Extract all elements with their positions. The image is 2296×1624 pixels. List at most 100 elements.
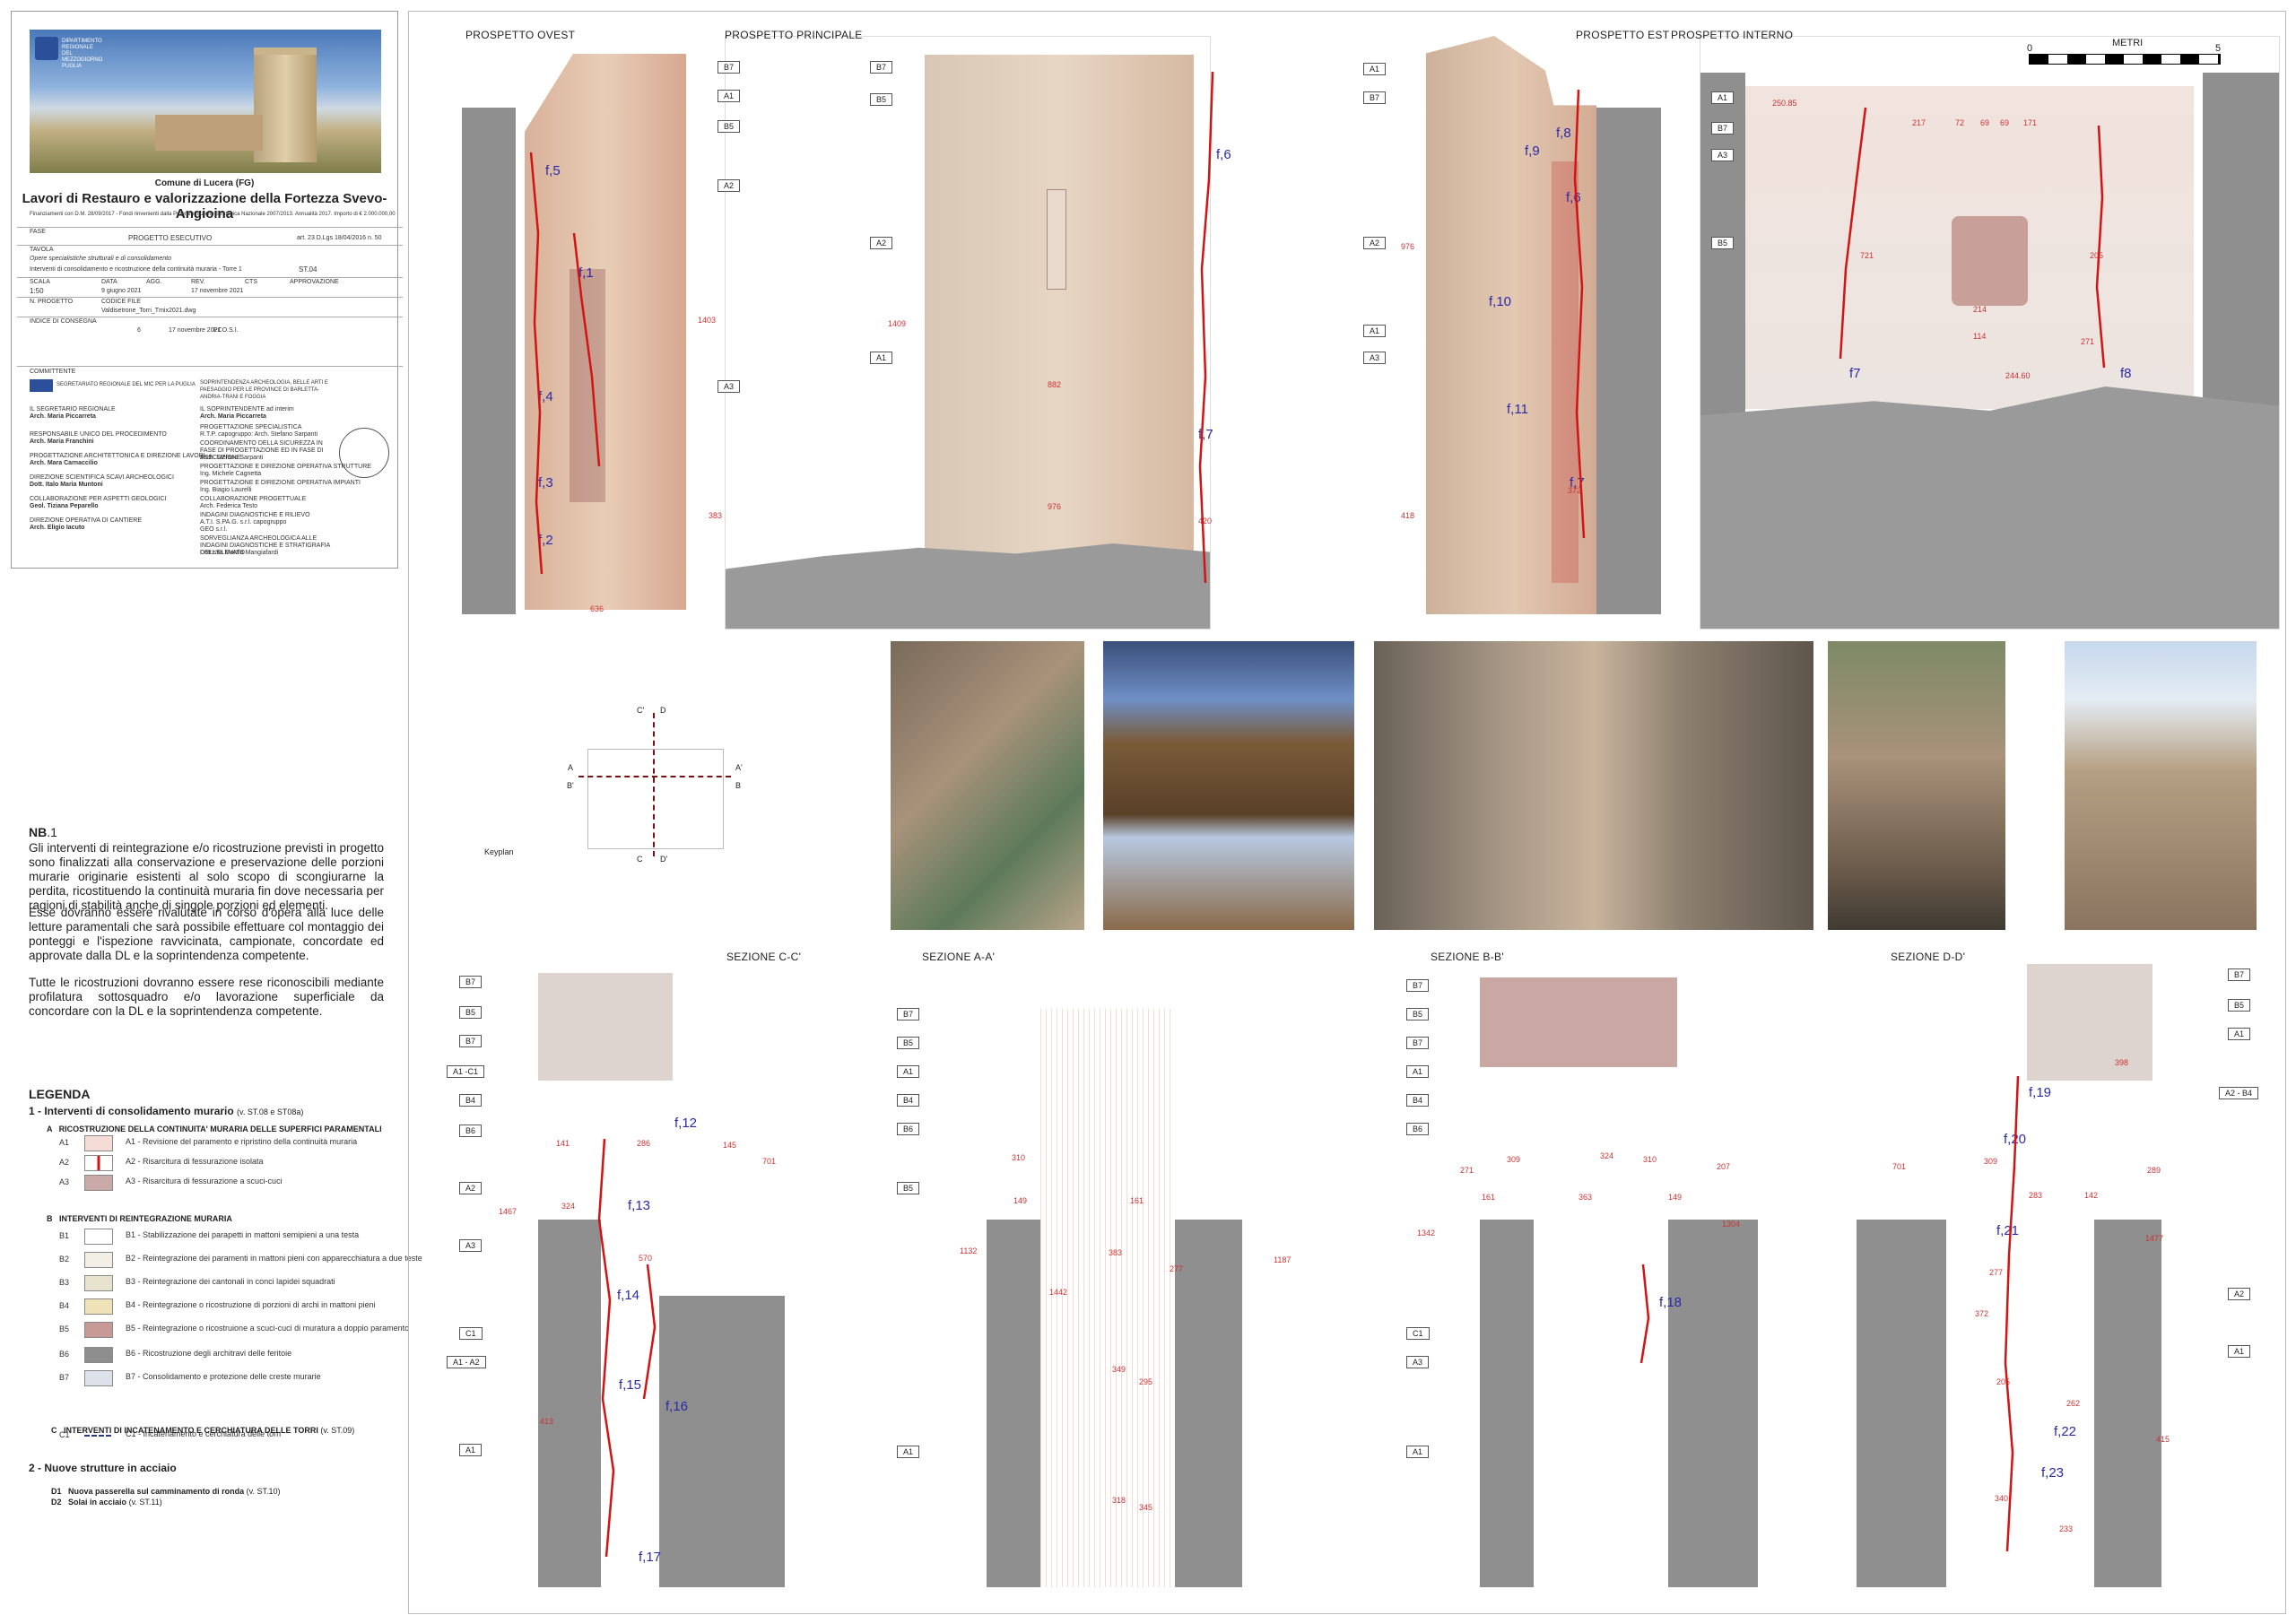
- tag-bb-2: B7: [1406, 1037, 1430, 1049]
- tag-est-3: A1: [1363, 325, 1387, 337]
- tag-dd-1: B5: [2228, 999, 2251, 1012]
- consultant-0: PROGETTAZIONE SPECIALISTICA: [200, 424, 302, 430]
- tag-cc-4: B4: [459, 1094, 483, 1107]
- dim-principale-2: 882: [1048, 380, 1062, 389]
- dim-dd-7: 277: [1989, 1268, 2004, 1277]
- tag-bb-4: B4: [1406, 1094, 1430, 1107]
- dim-aa-9: 295: [1139, 1377, 1153, 1386]
- legend-code: A2: [59, 1158, 70, 1167]
- crack-label-ovest-0: f,5: [545, 163, 561, 178]
- tag-cc-5: B6: [459, 1125, 483, 1137]
- crack-label-est-4: f,11: [1507, 402, 1528, 417]
- title-prospetto-est: PROSPETTO EST: [1576, 29, 1670, 41]
- legend-title: LEGENDA: [29, 1087, 91, 1101]
- approv-label: APPROVAZIONE: [290, 279, 339, 285]
- crack-label-dd-0: f,19: [2029, 1085, 2052, 1100]
- crack-label-dd-3: f,22: [2054, 1424, 2077, 1439]
- legend-row-b3: B3 B3 - Reintegrazione dei cantonali in c…: [43, 1273, 402, 1293]
- tower-shape: [254, 48, 317, 162]
- title-section-cc: SEZIONE C-C': [726, 951, 802, 963]
- section-bb: [1390, 964, 1767, 1602]
- consultant-11: A.T.I. S.PA.G. s.r.l. capogruppo: [200, 519, 287, 525]
- crack-label-interno-1: f8: [2120, 366, 2132, 381]
- dim-aa-1: 149: [1013, 1196, 1028, 1205]
- legend-code: A1: [59, 1138, 70, 1147]
- dd-top: [2027, 964, 2152, 1081]
- dim-bb-1: 309: [1507, 1155, 1521, 1164]
- dim-aa-2: 161: [1130, 1196, 1144, 1205]
- crack-label-cc-1: f,13: [628, 1198, 651, 1213]
- legend-code: A3: [59, 1177, 70, 1186]
- staff-2: PROGETTAZIONE ARCHITETTONICA E DIREZIONE…: [30, 453, 205, 459]
- consultant-8: COLLABORAZIONE PROGETTUALE: [200, 496, 307, 502]
- crack-label-dd-2: f,21: [1996, 1223, 2020, 1238]
- tag-est-1: B7: [1363, 91, 1387, 104]
- consultant-6: PROGETTAZIONE E DIREZIONE OPERATIVA IMPI…: [200, 480, 361, 486]
- crack-label-cc-2: f,14: [617, 1288, 640, 1303]
- dim-est-1: 418: [1401, 511, 1415, 520]
- legend-code: B7: [59, 1373, 70, 1382]
- photo-2: [1103, 641, 1354, 930]
- dim-dd-6: 309: [1984, 1157, 1998, 1166]
- photo-3: [1374, 641, 1813, 930]
- legend-text: A1 - Revisione del paramento e ripristin…: [126, 1137, 358, 1146]
- legend-code: B6: [59, 1350, 70, 1359]
- aa-hatch: [1040, 1009, 1175, 1587]
- progetto-label: N. PROGETTO: [30, 299, 74, 305]
- crack-label-est-3: f,10: [1489, 294, 1512, 309]
- tag-cc-8: C1: [459, 1327, 483, 1340]
- secretary-name: Arch. Maria Piccarreta: [30, 413, 96, 420]
- tag-bb-7: A3: [1406, 1356, 1430, 1368]
- cc-wall-right: [659, 1296, 785, 1587]
- legend-swatch: [84, 1252, 113, 1268]
- b5-patch: [1952, 216, 2028, 306]
- dim-interno-7: 205: [2090, 251, 2104, 260]
- cts-label: CTS: [245, 279, 257, 285]
- tag-est-0: A1: [1363, 63, 1387, 75]
- committente: SEGRETARIATO REGIONALE DEL MIC PER LA PU…: [57, 382, 196, 387]
- crack-label-ovest-4: f,2: [538, 533, 553, 548]
- legend-code: B5: [59, 1324, 70, 1333]
- legend-c-heading: C INTERVENTI DI INCATENAMENTO E CERCHIAT…: [51, 1426, 355, 1435]
- legend-swatch: [84, 1298, 113, 1315]
- note-paragraph-3: Tutte le ricostruzioni dovranno essere r…: [29, 976, 384, 1018]
- keyplan-a-prime: A': [735, 763, 743, 772]
- legend-swatch: [84, 1175, 113, 1191]
- tag-ovest-1: A1: [718, 90, 741, 102]
- note-paragraph-1: Gli interventi di reintegrazione e/o ric…: [29, 841, 384, 912]
- dim-principale-3: 976: [1048, 502, 1062, 511]
- scale-value: 1:50: [30, 287, 44, 295]
- dim-aa-0: 310: [1012, 1153, 1026, 1162]
- tag-cc-6: A2: [459, 1182, 483, 1194]
- staff-7: Geol. Tiziana Peparello: [30, 503, 99, 509]
- scale-0: 0: [2027, 43, 2033, 54]
- dim-dd-8: 372: [1975, 1309, 1989, 1318]
- cc-wall-left: [538, 1220, 601, 1587]
- crack-label-principale-0: f,6: [1216, 147, 1231, 162]
- tag-interno-0: A1: [1711, 91, 1735, 104]
- tag-cc-10: A1: [459, 1444, 483, 1456]
- municipality: Comune di Lucera (FG): [154, 178, 255, 188]
- ground-left: [462, 108, 516, 614]
- dim-bb-0: 271: [1460, 1166, 1474, 1175]
- phase-value: PROGETTO ESECUTIVO: [128, 234, 213, 242]
- tag-cc-7: A3: [459, 1239, 483, 1252]
- nb-heading: NB.1: [29, 825, 57, 839]
- keyplan: Keyplan C' D A A' B' B C D': [484, 695, 816, 874]
- dim-cc-0: 141: [556, 1139, 570, 1148]
- keyplan-outline: [587, 749, 724, 849]
- legend-swatch: [84, 1155, 113, 1171]
- dim-aa-7: 1187: [1274, 1255, 1292, 1264]
- legend-row-b2: B2 B2 - Reintegrazione dei paramenti in m…: [43, 1250, 422, 1270]
- committente-logo: [30, 379, 53, 392]
- dim-interno-8: 214: [1973, 305, 1987, 314]
- side-right: [2203, 73, 2279, 431]
- legend-row-b7: B7 B7 - Consolidamento e protezione delle…: [43, 1368, 402, 1388]
- dim-dd-2: 1477: [2145, 1234, 2164, 1243]
- dim-interno-2: 69: [1980, 118, 1990, 127]
- ground-principale: [726, 543, 1210, 629]
- keyplan-cut-vertical: [653, 713, 655, 856]
- crack-label-cc-0: f,12: [674, 1116, 698, 1131]
- tag-ovest-3: A2: [718, 179, 741, 192]
- tag-bb-8: A1: [1406, 1446, 1430, 1458]
